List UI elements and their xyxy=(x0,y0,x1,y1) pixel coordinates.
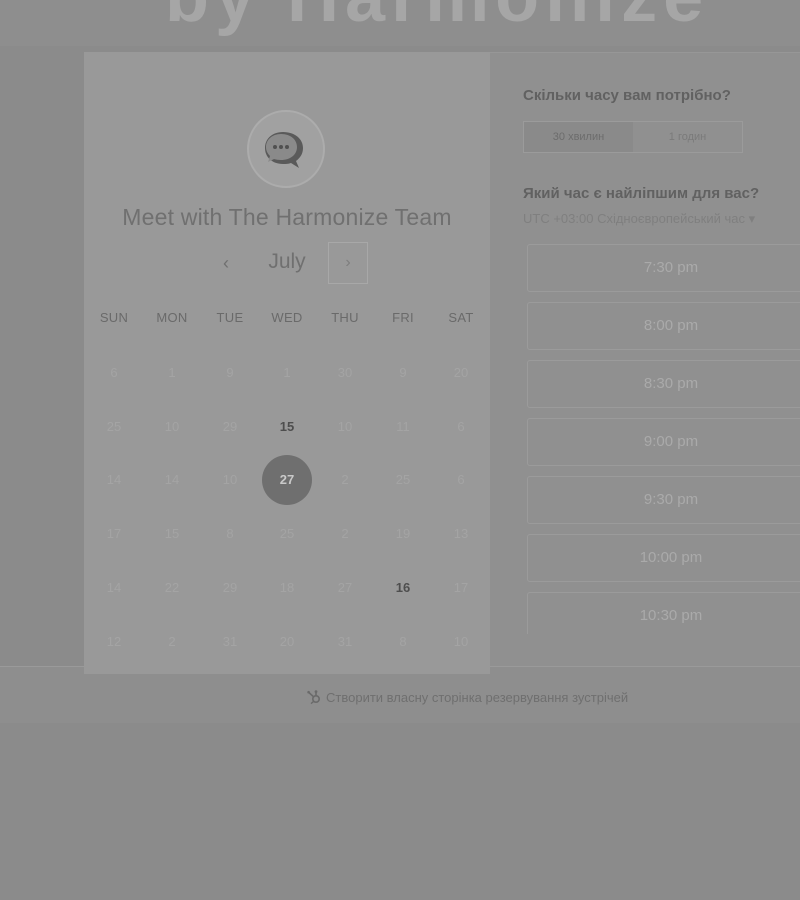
calendar-day: 8 xyxy=(226,526,234,541)
calendar-day: 1 xyxy=(168,365,176,380)
weekday-sat: SAT xyxy=(448,310,474,325)
next-month-button[interactable]: › xyxy=(328,242,368,284)
time-slot-button[interactable]: 8:00 pm xyxy=(527,302,800,350)
duration-toggle: 30 хвилин 1 годин xyxy=(523,121,743,153)
calendar-day: 6 xyxy=(457,472,465,487)
calendar-day: 25 xyxy=(106,419,122,434)
time-slot-button[interactable]: 9:30 pm xyxy=(527,476,800,524)
time-slot-button[interactable]: 9:00 pm xyxy=(527,418,800,466)
footer-link-text[interactable]: Створити власну сторінка резервування зу… xyxy=(326,690,628,705)
calendar-day: 2 xyxy=(168,634,176,649)
calendar-day: 6 xyxy=(457,419,465,434)
timezone-select[interactable]: UTC +03:00 Східноєвропейський час ▾ xyxy=(523,211,755,227)
calendar-day: 27 xyxy=(337,580,353,595)
calendar-day[interactable]: 15 xyxy=(258,400,316,454)
calendar-day: 12 xyxy=(106,634,122,649)
weekday-header: SUN MON TUE WED THU FRI SAT xyxy=(84,310,490,330)
chat-bubble-icon xyxy=(265,132,303,168)
chevron-left-icon: ‹ xyxy=(223,253,229,273)
meeting-title: Meet with The Harmonize Team xyxy=(122,204,452,230)
calendar-day: 14 xyxy=(164,472,180,487)
weekday-sun: SUN xyxy=(99,310,129,325)
calendar-day: 1 xyxy=(283,365,291,380)
duration-1-hour-button[interactable]: 1 годин xyxy=(633,122,742,152)
selected-day[interactable]: 27 xyxy=(262,455,312,505)
time-slot-button[interactable]: 8:30 pm xyxy=(527,360,800,408)
team-avatar xyxy=(247,110,325,188)
calendar-day: 20 xyxy=(279,634,295,649)
calendar-day: 31 xyxy=(337,634,353,649)
time-slot-button[interactable]: 10:00 pm xyxy=(527,534,800,582)
calendar-day: 11 xyxy=(396,419,410,434)
calendar-day: 31 xyxy=(222,634,238,649)
weekday-tue: TUE xyxy=(216,310,244,325)
calendar-day[interactable]: 16 xyxy=(374,561,432,615)
calendar-day: 18 xyxy=(279,580,295,595)
calendar-day: 30 xyxy=(337,365,353,380)
calendar-day: 9 xyxy=(399,365,407,380)
calendar-day: 10 xyxy=(222,472,238,487)
calendar-day: 9 xyxy=(226,365,234,380)
calendar-day: 10 xyxy=(164,419,180,434)
calendar-day: 29 xyxy=(222,580,238,595)
time-heading: Який час є найліпшим для вас? xyxy=(523,185,760,202)
time-slot-button[interactable]: 7:30 pm xyxy=(527,244,800,292)
duration-30-min-button[interactable]: 30 хвилин xyxy=(524,122,633,152)
calendar-day: 10 xyxy=(337,419,353,434)
calendar-day: 13 xyxy=(453,526,469,541)
calendar-day: 15 xyxy=(164,526,180,541)
weekday-wed: WED xyxy=(271,310,303,325)
calendar-day: 17 xyxy=(106,526,122,541)
weekday-thu: THU xyxy=(331,310,359,325)
chevron-right-icon: › xyxy=(345,254,351,271)
calendar-day: 25 xyxy=(395,472,411,487)
calendar-day: 6 xyxy=(110,365,118,380)
calendar-day: 25 xyxy=(279,526,295,541)
calendar-day: 29 xyxy=(222,419,238,434)
calendar-day: 17 xyxy=(453,580,469,595)
weekday-mon: MON xyxy=(156,310,188,325)
create-booking-page-link[interactable]: Створити власну сторінка резервування зу… xyxy=(306,689,628,705)
calendar-day: 19 xyxy=(395,526,411,541)
header-banner: by Harmonize xyxy=(0,0,800,46)
duration-heading: Скільки часу вам потрібно? xyxy=(523,87,731,104)
time-slot-button[interactable]: 10:30 pm xyxy=(527,592,800,634)
calendar-day: 14 xyxy=(106,580,122,595)
calendar-day[interactable]: 27 xyxy=(258,453,316,507)
calendar-day: 14 xyxy=(106,472,122,487)
brand-banner-text: by Harmonize xyxy=(165,0,709,38)
month-label: July xyxy=(268,250,306,273)
weekday-fri: FRI xyxy=(392,310,414,325)
calendar-day: 10 xyxy=(453,634,469,649)
calendar-day: 20 xyxy=(453,365,469,380)
calendar-day: 2 xyxy=(341,472,349,487)
calendar-day: 8 xyxy=(399,634,407,649)
time-slot-list: 7:30 pm 8:00 pm 8:30 pm 9:00 pm 9:30 pm … xyxy=(527,244,800,634)
calendar-day: 22 xyxy=(164,580,180,595)
previous-month-button[interactable]: ‹ xyxy=(206,242,246,284)
calendar-day: 2 xyxy=(341,526,349,541)
hubspot-sprocket-icon xyxy=(307,690,321,705)
